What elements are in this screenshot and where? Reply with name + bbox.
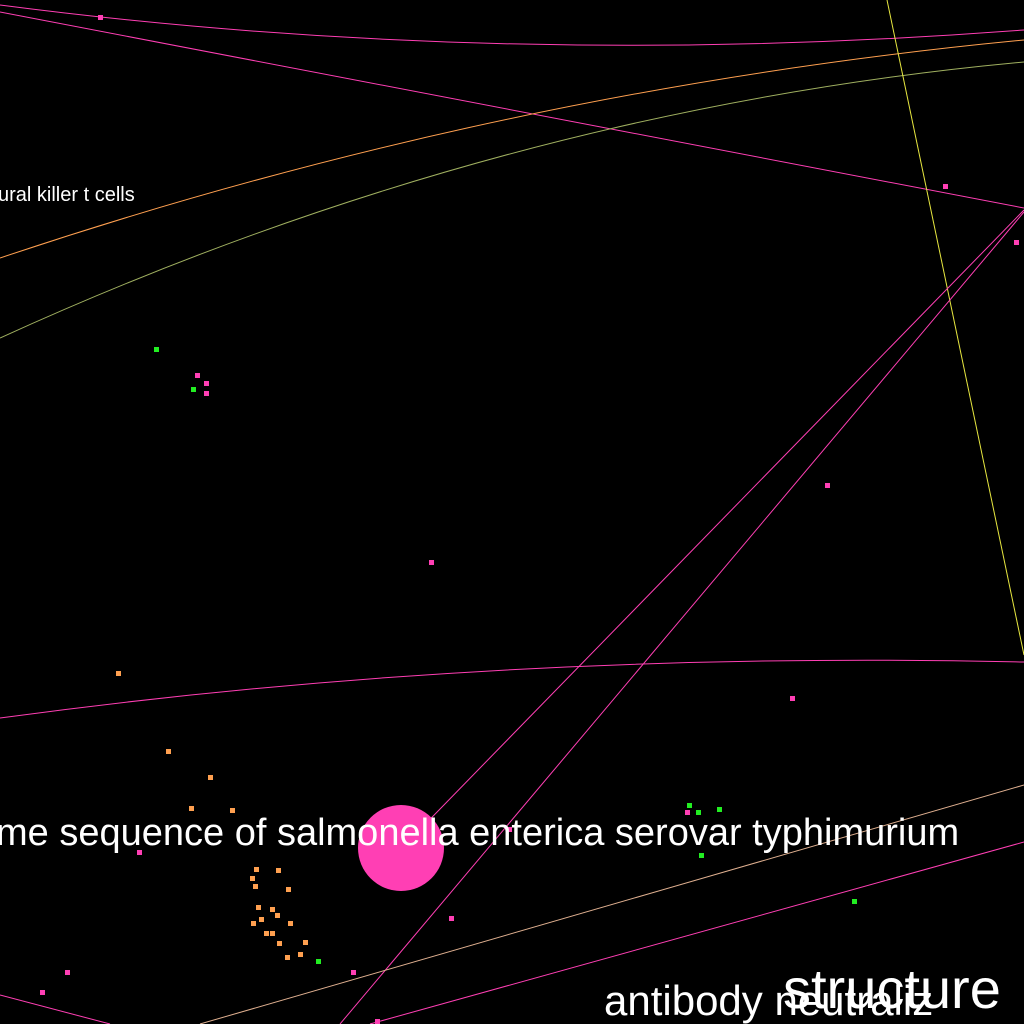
graph-node[interactable] xyxy=(790,696,795,701)
graph-node[interactable] xyxy=(195,373,200,378)
graph-node[interactable] xyxy=(351,970,356,975)
graph-node[interactable] xyxy=(270,931,275,936)
graph-node[interactable] xyxy=(298,952,303,957)
node-label-structure: structure xyxy=(783,957,1001,1020)
graph-node[interactable] xyxy=(204,391,209,396)
graph-node[interactable] xyxy=(288,921,293,926)
graph-node[interactable] xyxy=(943,184,948,189)
graph-edge xyxy=(0,659,1024,719)
graph-node[interactable] xyxy=(303,940,308,945)
graph-edge xyxy=(0,994,111,1024)
graph-edge xyxy=(401,209,1024,849)
graph-node[interactable] xyxy=(275,913,280,918)
graph-edge xyxy=(0,61,1024,339)
graph-node[interactable] xyxy=(259,917,264,922)
graph-node[interactable] xyxy=(251,921,256,926)
graph-node[interactable] xyxy=(687,803,692,808)
graph-node[interactable] xyxy=(286,887,291,892)
graph-node[interactable] xyxy=(154,347,159,352)
graph-edge xyxy=(0,4,1024,46)
node-label-genome: me sequence of salmonella enterica serov… xyxy=(0,812,959,854)
graph-node[interactable] xyxy=(253,884,258,889)
graph-node[interactable] xyxy=(449,916,454,921)
graph-node[interactable] xyxy=(166,749,171,754)
graph-node[interactable] xyxy=(429,560,434,565)
network-graph: ural killer t cells me sequence of salmo… xyxy=(0,0,1024,1024)
graph-node[interactable] xyxy=(264,931,269,936)
label-layer: ural killer t cells me sequence of salmo… xyxy=(0,184,1001,1024)
node-layer xyxy=(40,15,1019,1024)
graph-node[interactable] xyxy=(1014,240,1019,245)
graph-node[interactable] xyxy=(208,775,213,780)
node-label-nkt: ural killer t cells xyxy=(0,184,135,206)
graph-edge xyxy=(886,0,1024,656)
graph-node[interactable] xyxy=(204,381,209,386)
graph-node[interactable] xyxy=(116,671,121,676)
graph-node[interactable] xyxy=(98,15,103,20)
graph-node[interactable] xyxy=(277,941,282,946)
edge-layer xyxy=(0,0,1024,1024)
graph-node[interactable] xyxy=(825,483,830,488)
graph-node[interactable] xyxy=(254,867,259,872)
graph-node[interactable] xyxy=(191,387,196,392)
graph-edge xyxy=(0,39,1024,259)
graph-node[interactable] xyxy=(852,899,857,904)
graph-node[interactable] xyxy=(256,905,261,910)
graph-node[interactable] xyxy=(189,806,194,811)
graph-node[interactable] xyxy=(276,868,281,873)
graph-node[interactable] xyxy=(270,907,275,912)
graph-node[interactable] xyxy=(316,959,321,964)
graph-node[interactable] xyxy=(250,876,255,881)
graph-node[interactable] xyxy=(285,955,290,960)
graph-node[interactable] xyxy=(40,990,45,995)
graph-node[interactable] xyxy=(375,1019,380,1024)
graph-edge xyxy=(0,11,1024,209)
graph-node[interactable] xyxy=(65,970,70,975)
graph-edge xyxy=(339,211,1024,1024)
